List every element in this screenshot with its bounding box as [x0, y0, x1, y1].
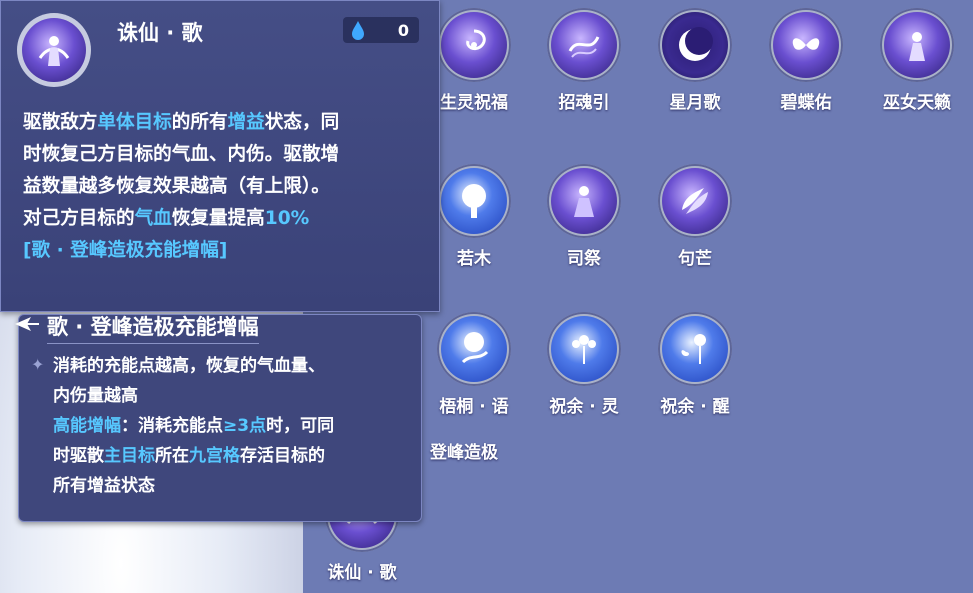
skill-xingyue-ge[interactable]: 星月歌 [645, 8, 745, 113]
energy-value: 0 [397, 20, 409, 40]
tooltip-description: 驱散敌方单体目标的所有增益状态，同 时恢复己方目标的气血、内伤。驱散增 益数量越… [23, 107, 427, 267]
tree-wind-icon [441, 316, 507, 382]
sub-tooltip: 歌 · 登峰造极充能增幅 ✦ 消耗的充能点越高，恢复的气血量、 内伤量越高 高能… [15, 311, 422, 522]
skill-goumang[interactable]: 句芒 [645, 164, 745, 269]
flower-butterfly-icon [662, 316, 728, 382]
crescent-moon-icon [662, 12, 728, 78]
skill-wunv-tianlai[interactable]: 巫女天籁 [867, 8, 967, 113]
skill-label: 句芒 [678, 249, 712, 269]
skill-label: 祝余 · 灵 [549, 397, 619, 417]
twin-bird-icon [662, 168, 728, 234]
energy-counter: 0 [343, 17, 419, 43]
skill-label: 梧桐 · 语 [439, 397, 509, 417]
sub-tooltip-body: 消耗的充能点越高，恢复的气血量、 内伤量越高 高能增幅：消耗充能点≥3点时，可同… [53, 356, 335, 496]
priest-figure-icon [551, 168, 617, 234]
skill-bidie-you[interactable]: 碧蝶佑 [756, 8, 856, 113]
flower-icon [551, 316, 617, 382]
skill-label: 碧蝶佑 [780, 93, 832, 113]
priestess-figure-icon [884, 12, 950, 78]
skill-zhuyu-xing[interactable]: 祝余 · 醒 [645, 312, 745, 417]
skill-label: 司祭 [567, 249, 601, 269]
linked-skill-link[interactable]: [歌 · 登峰造极充能增幅] [23, 235, 427, 267]
butterfly-icon [773, 12, 839, 78]
skill-label: 祝余 · 醒 [660, 397, 730, 417]
swirl-icon [441, 12, 507, 78]
skill-label: 星月歌 [669, 93, 721, 113]
skill-zhuyu-ling[interactable]: 祝余 · 灵 [534, 312, 634, 417]
skill-label: 招魂引 [558, 93, 610, 113]
skill-tooltip: 诛仙 · 歌 0 驱散敌方单体目标的所有增益状态，同 时恢复己方目标的气血、内伤… [0, 0, 440, 312]
goddess-icon [22, 18, 86, 82]
arrow-icon [13, 313, 41, 335]
skill-wutong-yu[interactable]: 梧桐 · 语 [424, 312, 524, 417]
sparkle-icon: ✦ [31, 355, 45, 374]
skill-zhaohun-yin[interactable]: 招魂引 [534, 8, 634, 113]
skill-siji[interactable]: 司祭 [534, 164, 634, 269]
skill-avatar [17, 13, 91, 87]
skill-label: 巫女天籁 [883, 93, 951, 113]
sub-tooltip-title: 歌 · 登峰造极充能增幅 [47, 311, 259, 344]
skill-label: 诛仙 · 歌 [327, 563, 397, 583]
tooltip-title: 诛仙 · 歌 [117, 21, 203, 45]
water-drop-icon [347, 17, 369, 43]
category-label-dengfeng-zaoji: 登峰造极 [430, 443, 498, 463]
tree-icon [441, 168, 507, 234]
spirit-wave-icon [551, 12, 617, 78]
